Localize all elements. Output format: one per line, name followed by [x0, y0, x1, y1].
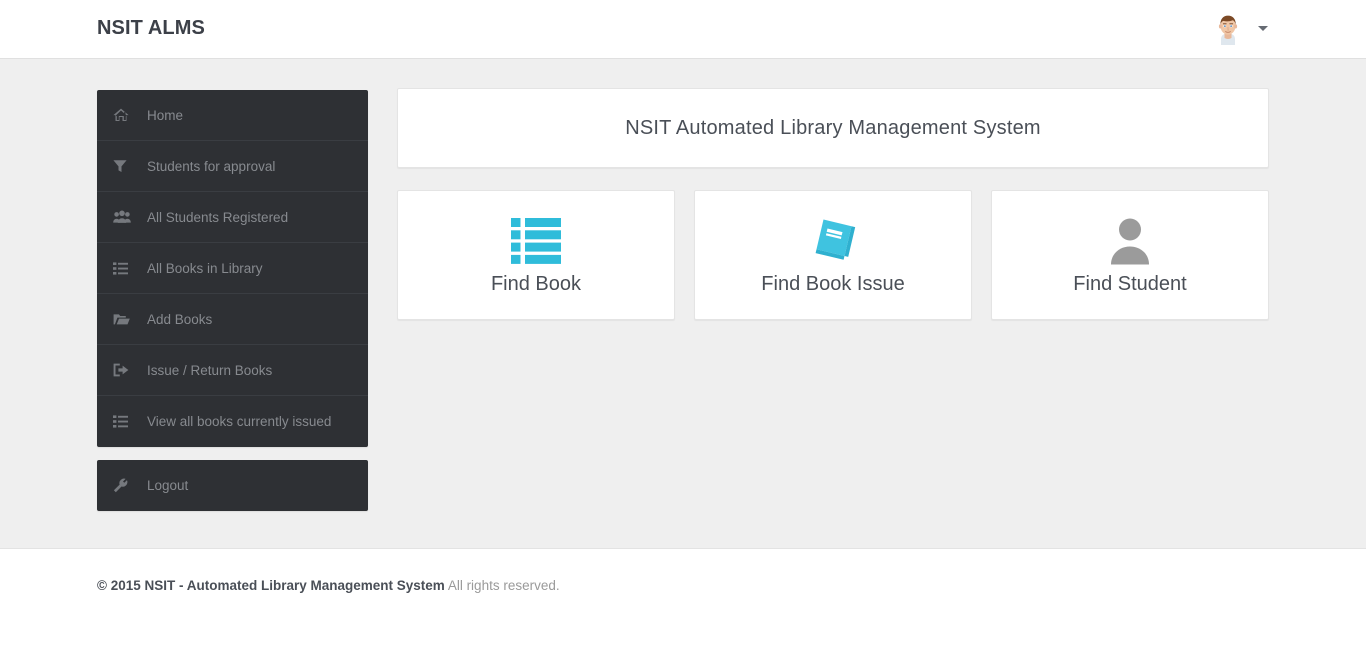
user-icon: [1108, 215, 1152, 267]
book-icon: [808, 215, 858, 267]
sign-out-icon: [113, 362, 133, 378]
page-title-panel: NSIT Automated Library Management System: [397, 88, 1269, 168]
sidebar-nav: Home Students for approval All Students …: [97, 90, 368, 511]
sidebar-secondary-group: Logout: [97, 460, 368, 511]
main-content: NSIT Automated Library Management System…: [397, 88, 1269, 320]
sidebar-item-label: View all books currently issued: [147, 414, 332, 429]
home-icon: [113, 107, 133, 123]
sidebar-item-view-all-books-currently-issued[interactable]: View all books currently issued: [97, 396, 368, 447]
sidebar-item-home[interactable]: Home: [97, 90, 368, 141]
wrench-icon: [113, 478, 133, 494]
sidebar-item-add-books[interactable]: Add Books: [97, 294, 368, 345]
card-label: Find Book Issue: [761, 272, 905, 295]
page-title: NSIT Automated Library Management System: [625, 116, 1041, 139]
page-root: NSIT ALMS Home Students for approval All…: [0, 0, 1366, 658]
users-group-icon: [113, 209, 133, 225]
sidebar-item-label: Issue / Return Books: [147, 362, 273, 378]
find-student-card[interactable]: Find Student: [991, 190, 1269, 320]
find-book-card[interactable]: Find Book: [397, 190, 675, 320]
sidebar-item-logout[interactable]: Logout: [97, 460, 368, 511]
user-avatar-photo[interactable]: [1210, 9, 1246, 45]
card-label: Find Student: [1073, 272, 1187, 295]
sidebar-item-all-students-registered[interactable]: All Students Registered: [97, 192, 368, 243]
folder-open-icon: [113, 311, 133, 327]
chevron-down-icon[interactable]: [1258, 25, 1268, 31]
sidebar-item-label: Students for approval: [147, 158, 276, 174]
find-book-issue-card[interactable]: Find Book Issue: [694, 190, 972, 320]
th-list-icon: [511, 215, 561, 267]
sidebar-item-label: Add Books: [147, 311, 213, 327]
footer-rights: All rights reserved.: [447, 578, 560, 593]
sidebar-item-label: All Books in Library: [147, 260, 263, 276]
sidebar-item-label: Logout: [147, 478, 189, 493]
sidebar-item-label: Home: [147, 107, 184, 123]
content-area: Home Students for approval All Students …: [0, 60, 1366, 548]
sidebar-primary-group: Home Students for approval All Students …: [97, 90, 368, 447]
card-label: Find Book: [490, 272, 582, 295]
user-menu-dropdown[interactable]: [1210, 9, 1268, 45]
list-icon: [113, 260, 133, 276]
top-navbar: NSIT ALMS: [0, 0, 1366, 59]
page-footer: © 2015 NSIT - Automated Library Manageme…: [0, 548, 1366, 658]
footer-copyright: © 2015 NSIT - Automated Library Manageme…: [97, 578, 445, 593]
sidebar-item-all-books-in-library[interactable]: All Books in Library: [97, 243, 368, 294]
app-brand-title[interactable]: NSIT ALMS: [97, 17, 205, 40]
sidebar-item-label: All Students Registered: [147, 209, 289, 225]
sidebar-item-students-for-approval[interactable]: Students for approval: [97, 141, 368, 192]
quick-action-cards: Find Book Find Book Issue Find Student: [397, 190, 1269, 320]
sidebar-item-issue-return-books[interactable]: Issue / Return Books: [97, 345, 368, 396]
list-icon: [113, 414, 133, 430]
filter-icon: [113, 158, 133, 174]
footer-copyright-line: © 2015 NSIT - Automated Library Manageme…: [97, 578, 560, 593]
